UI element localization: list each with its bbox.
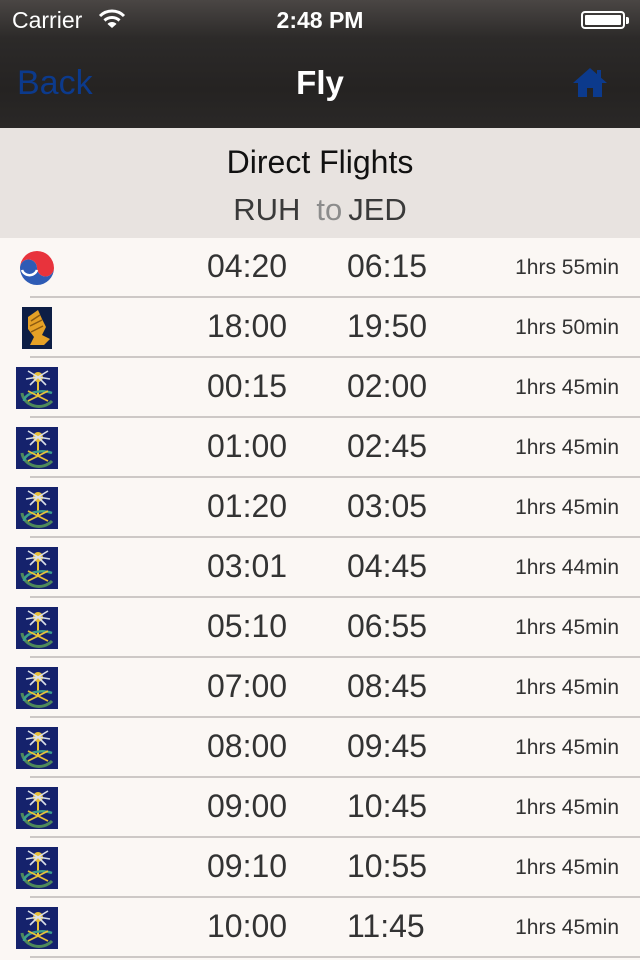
status-bar: Carrier 2:48 PM bbox=[0, 0, 640, 40]
saudia-logo bbox=[16, 787, 58, 829]
saudia-logo bbox=[16, 847, 58, 889]
departure-time: 05:10 bbox=[207, 608, 288, 644]
flight-duration: 1hrs 45min bbox=[515, 856, 619, 879]
departure-time: 08:00 bbox=[207, 728, 288, 764]
flight-duration: 1hrs 45min bbox=[515, 436, 619, 459]
flight-row[interactable]: 04:20 06:15 1hrs 55min bbox=[0, 238, 640, 298]
section-title: Direct Flights bbox=[226, 144, 414, 180]
arrival-time: 02:00 bbox=[347, 368, 428, 404]
flight-duration: 1hrs 55min bbox=[515, 256, 619, 279]
departure-time: 09:10 bbox=[207, 848, 288, 884]
flight-row[interactable]: 03:01 04:45 1hrs 44min bbox=[0, 538, 640, 598]
arrival-time: 09:45 bbox=[347, 728, 428, 764]
saudia-logo bbox=[16, 367, 58, 409]
departure-time: 04:20 bbox=[207, 248, 288, 284]
flight-row[interactable]: 09:10 10:55 1hrs 45min bbox=[0, 838, 640, 898]
flight-duration: 1hrs 45min bbox=[515, 376, 619, 399]
saudia-logo bbox=[16, 427, 58, 469]
flight-row[interactable]: 10:00 11:45 1hrs 45min bbox=[0, 898, 640, 958]
arrival-time: 02:45 bbox=[347, 428, 428, 464]
origin-code: RUH bbox=[233, 192, 301, 227]
home-icon[interactable] bbox=[572, 66, 608, 98]
flight-duration: 1hrs 45min bbox=[515, 676, 619, 699]
saudia-logo bbox=[16, 547, 58, 589]
departure-time: 10:00 bbox=[207, 908, 288, 944]
route-header: Direct Flights RUH to JED bbox=[0, 128, 640, 238]
flight-duration: 1hrs 45min bbox=[515, 616, 619, 639]
flight-row[interactable]: 01:20 03:05 1hrs 45min bbox=[0, 478, 640, 538]
navigation-bar: Carrier 2:48 PM Back Fly bbox=[0, 0, 640, 128]
flight-duration: 1hrs 45min bbox=[515, 916, 619, 939]
departure-time: 01:20 bbox=[207, 488, 288, 524]
arrival-time: 06:55 bbox=[347, 608, 428, 644]
saudia-logo bbox=[16, 667, 58, 709]
route-label: RUH to JED bbox=[0, 192, 640, 228]
flight-duration: 1hrs 45min bbox=[515, 736, 619, 759]
departure-time: 03:01 bbox=[207, 548, 288, 584]
flight-row[interactable]: 01:00 02:45 1hrs 45min bbox=[0, 418, 640, 478]
saudia-logo bbox=[16, 607, 58, 649]
flight-duration: 1hrs 45min bbox=[515, 496, 619, 519]
flight-duration: 1hrs 50min bbox=[515, 316, 619, 339]
flight-duration: 1hrs 44min bbox=[515, 556, 619, 579]
korean-air-logo bbox=[16, 247, 58, 289]
arrival-time: 19:50 bbox=[347, 308, 428, 344]
saudia-logo bbox=[16, 727, 58, 769]
flight-row[interactable]: 05:10 06:55 1hrs 45min bbox=[0, 598, 640, 658]
flight-row[interactable]: 07:00 08:45 1hrs 45min bbox=[0, 658, 640, 718]
departure-time: 01:00 bbox=[207, 428, 288, 464]
arrival-time: 10:55 bbox=[347, 848, 428, 884]
singapore-airlines-logo bbox=[16, 307, 58, 349]
flight-row[interactable]: 00:15 02:00 1hrs 45min bbox=[0, 358, 640, 418]
battery-icon bbox=[581, 11, 629, 29]
flight-row[interactable]: 09:00 10:45 1hrs 45min bbox=[0, 778, 640, 838]
arrival-time: 06:15 bbox=[347, 248, 428, 284]
route-connector: to bbox=[316, 192, 343, 227]
arrival-time: 10:45 bbox=[347, 788, 428, 824]
arrival-time: 08:45 bbox=[347, 668, 428, 704]
arrival-time: 04:45 bbox=[347, 548, 428, 584]
departure-time: 07:00 bbox=[207, 668, 288, 704]
departure-time: 09:00 bbox=[207, 788, 288, 824]
saudia-logo bbox=[16, 487, 58, 529]
page-title: Fly bbox=[296, 64, 344, 101]
flight-row[interactable]: 08:00 09:45 1hrs 45min bbox=[0, 718, 640, 778]
saudia-logo bbox=[16, 907, 58, 949]
departure-time: 00:15 bbox=[207, 368, 288, 404]
arrival-time: 11:45 bbox=[347, 908, 425, 944]
clock: 2:48 PM bbox=[276, 7, 364, 33]
flight-duration: 1hrs 45min bbox=[515, 796, 619, 819]
flight-row[interactable]: 18:00 19:50 1hrs 50min bbox=[0, 298, 640, 358]
arrival-time: 03:05 bbox=[347, 488, 428, 524]
flight-list: 04:20 06:15 1hrs 55min 18:00 19:50 1hrs 50mi… bbox=[0, 238, 640, 958]
departure-time: 18:00 bbox=[207, 308, 288, 344]
destination-code: JED bbox=[348, 192, 407, 227]
